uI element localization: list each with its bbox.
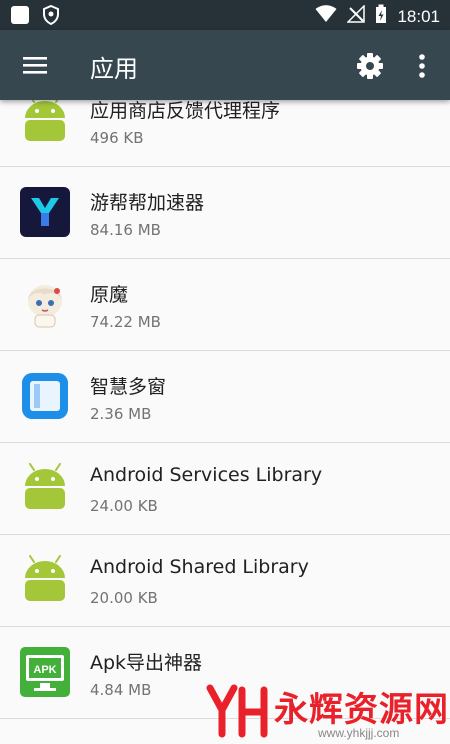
app-name: Android Shared Library [90, 556, 309, 578]
more-options-icon[interactable] [412, 52, 432, 80]
list-item[interactable]: Android Services Library 24.00 KB [0, 442, 450, 535]
app-name: 智慧多窗 [90, 376, 167, 398]
watermark: 永辉资源网 www.yhkjjj.com [198, 676, 450, 744]
app-name: 游帮帮加速器 [90, 192, 205, 214]
status-bar: 18:01 [0, 0, 450, 30]
list-item[interactable]: Android Shared Library 20.00 KB [0, 534, 450, 627]
app-size: 20.00 KB [90, 589, 158, 607]
list-item[interactable]: 游帮帮加速器 84.16 MB [0, 166, 450, 259]
watermark-title: 永辉资源网 [274, 690, 449, 730]
watermark-logo-icon [206, 684, 268, 742]
app-size: 24.00 KB [90, 497, 158, 515]
status-time: 18:01 [397, 6, 440, 26]
app-size: 74.22 MB [90, 313, 161, 331]
app-size: 4.84 MB [90, 681, 152, 699]
shield-icon [42, 4, 60, 29]
menu-icon[interactable] [22, 53, 48, 77]
android-robot-icon [20, 100, 70, 145]
app-name: Android Services Library [90, 464, 323, 486]
app-size: 84.16 MB [90, 221, 161, 239]
app-name: 原魔 [90, 284, 129, 306]
smart-multiwindow-icon [20, 371, 70, 421]
no-signal-icon [346, 4, 366, 28]
youbangbang-accelerator-icon [20, 187, 70, 237]
battery-charging-icon [375, 4, 387, 29]
wifi-icon [315, 5, 337, 28]
app-name: Apk导出神器 [90, 652, 203, 674]
watermark-url: www.yhkjjj.com [318, 726, 400, 740]
gear-icon[interactable] [356, 52, 384, 80]
paimon-avatar-icon [20, 279, 70, 329]
page-title: 应用 [90, 55, 138, 83]
list-item[interactable]: 应用商店反馈代理程序 496 KB [0, 100, 450, 167]
apk-exporter-icon: APK [20, 647, 70, 697]
app-name: 应用商店反馈代理程序 [90, 100, 281, 122]
app-bar: 应用 [0, 30, 450, 100]
app-size: 2.36 MB [90, 405, 152, 423]
svg-text:APK: APK [33, 664, 56, 676]
list-item[interactable]: 原魔 74.22 MB [0, 258, 450, 351]
notification-square-icon [10, 5, 30, 29]
android-robot-icon [20, 463, 70, 513]
list-item[interactable]: 智慧多窗 2.36 MB [0, 350, 450, 443]
app-list: 应用商店反馈代理程序 496 KB 游帮帮加速器 84.16 MB 原魔 74.… [0, 100, 450, 744]
app-size: 496 KB [90, 129, 144, 147]
android-robot-icon [20, 555, 70, 605]
